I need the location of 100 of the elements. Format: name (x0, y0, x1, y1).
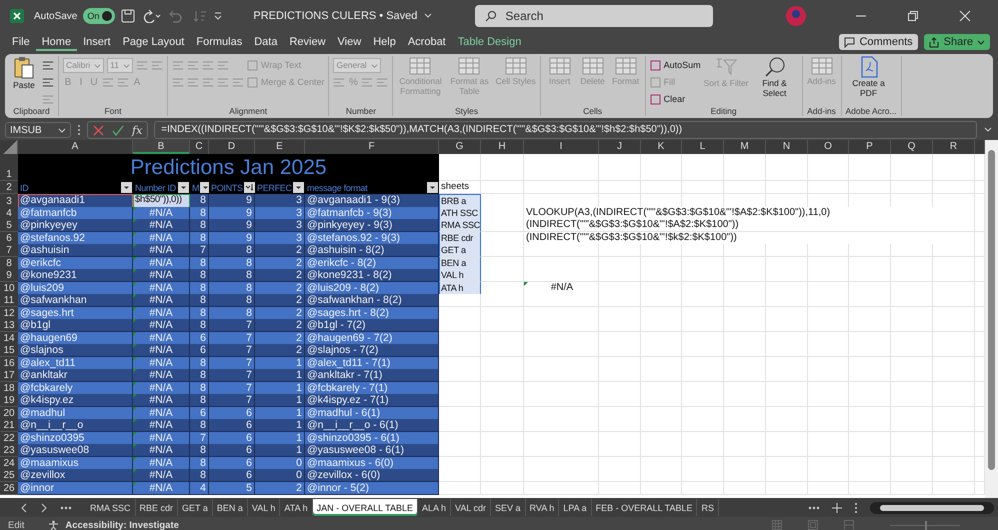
row-header[interactable]: 10 (0, 282, 18, 294)
column-header[interactable]: B (133, 140, 190, 154)
filter-button[interactable] (121, 182, 132, 193)
redo-icon[interactable] (141, 9, 162, 23)
grid-view-icon[interactable] (772, 520, 782, 530)
ribbon-tab[interactable]: Help (367, 33, 402, 51)
row-header[interactable]: 8 (0, 256, 18, 270)
table-cell: 6 (209, 456, 255, 470)
chevron-left-icon[interactable] (20, 502, 28, 512)
sort-icon[interactable] (193, 9, 208, 23)
ribbon-tab[interactable]: Data (248, 33, 284, 51)
page-layout-icon[interactable] (808, 520, 818, 530)
row-header[interactable]: 22 (0, 432, 18, 444)
table-cell: @ankltakr (18, 369, 133, 382)
sheet-tab[interactable]: VAL cdr (451, 499, 492, 516)
ribbon-tab[interactable]: Table Design (452, 33, 528, 51)
row-header[interactable]: 4 (0, 206, 18, 220)
row-header[interactable]: 23 (0, 444, 18, 457)
more-icon[interactable] (808, 506, 820, 510)
row-header[interactable]: 11 (0, 294, 18, 307)
ribbon-button[interactable]: Clear (650, 94, 686, 104)
table-cell: 8 (190, 394, 209, 407)
sheet-tab[interactable]: FEB - OVERALL TABLE (592, 499, 698, 516)
table-cell: 1 (255, 394, 305, 407)
comment-icon (844, 36, 856, 48)
row-header[interactable]: 15 (0, 344, 18, 357)
sheet-tab[interactable]: BEN a (212, 499, 248, 516)
sheet-tab[interactable]: JAN - OVERALL TABLE (312, 499, 418, 516)
lines-icon[interactable] (42, 76, 54, 88)
sort-filter-button[interactable] (244, 182, 255, 193)
ribbon-tab[interactable]: Page Layout (116, 33, 190, 51)
avatar[interactable] (786, 6, 806, 26)
row-header[interactable]: 9 (0, 269, 18, 282)
table-cell: @madhul (18, 406, 133, 420)
sheet-tab[interactable]: RVA h (526, 499, 560, 516)
ribbon-tab[interactable]: Review (283, 33, 332, 51)
sheet-tab[interactable]: VAL h (248, 499, 280, 516)
check-icon[interactable] (112, 124, 124, 136)
row-header[interactable]: 1 (0, 154, 18, 181)
ribbon-button[interactable]: Create a PDF (846, 56, 892, 98)
row-header[interactable]: 7 (0, 244, 18, 257)
row-header[interactable]: 25 (0, 469, 18, 482)
row-header[interactable]: 19 (0, 394, 18, 407)
comments-button[interactable]: Comments (839, 34, 918, 50)
sheet-tab[interactable]: GET a (178, 499, 213, 516)
formula-field[interactable]: =INDEX((INDIRECT("'"&$G$3:$G$10&"'!$K$2:$k$50")),MATCH(A3,(INDIRECT("'"&$G$3:$G$10&"'!$h$2:$h$50")),0)) (154, 121, 977, 139)
row-header[interactable]: 16 (0, 356, 18, 370)
filter-button[interactable] (293, 182, 304, 193)
restore-icon[interactable] (907, 10, 919, 22)
share-button[interactable]: Share (924, 34, 990, 50)
filter-button[interactable] (427, 182, 438, 193)
name-box[interactable]: IMSUB (5, 122, 71, 138)
more-icon[interactable] (60, 506, 72, 510)
row-header[interactable]: 5 (0, 219, 18, 232)
sheet-tab[interactable]: RS (697, 499, 719, 516)
row-header[interactable]: 18 (0, 382, 18, 394)
add-sheet-icon[interactable] (832, 502, 842, 512)
cancel-icon[interactable] (93, 124, 104, 136)
ribbon-button[interactable]: Find & Select (752, 56, 798, 98)
options-icon[interactable] (854, 502, 858, 514)
filter-button[interactable] (178, 182, 189, 193)
sheet-tab[interactable]: ALA h (418, 499, 452, 516)
sheet-tab[interactable]: LPA a (559, 499, 592, 516)
ribbon-tab[interactable]: Formulas (190, 33, 248, 51)
sheet-tab[interactable]: RBE cdr (136, 499, 178, 516)
row-header[interactable]: 26 (0, 482, 18, 494)
close-icon[interactable] (959, 10, 971, 22)
page-break-icon[interactable] (844, 520, 854, 530)
row-header[interactable]: 3 (0, 194, 18, 208)
search-field[interactable]: Search (475, 5, 714, 27)
horizontal-scrollbar[interactable] (870, 502, 994, 514)
row-header[interactable]: 6 (0, 232, 18, 244)
row-header[interactable]: 17 (0, 369, 18, 382)
table-cell: 2 (255, 306, 305, 320)
autosave-toggle[interactable]: On (83, 8, 116, 24)
sheet-tab[interactable]: RMA SSC (86, 499, 136, 516)
row-header[interactable]: 24 (0, 456, 18, 470)
row-header[interactable]: 21 (0, 419, 18, 432)
row-header[interactable]: 13 (0, 319, 18, 332)
accessibility-button[interactable]: Accessibility: Investigate (65, 520, 179, 530)
vertical-scrollbar[interactable] (985, 140, 998, 498)
chevron-right-icon[interactable] (40, 502, 48, 512)
lines-icon[interactable] (42, 60, 54, 70)
ribbon-tab[interactable]: Home (36, 33, 78, 51)
ribbon-tab[interactable]: File (6, 33, 36, 51)
ribbon-button[interactable]: Paste (9, 56, 39, 90)
ribbon-tab[interactable]: Insert (77, 33, 117, 51)
row-header[interactable]: 2 (0, 181, 18, 194)
save-icon[interactable] (121, 9, 136, 23)
function-button[interactable]: fx (132, 124, 142, 136)
row-header[interactable]: 14 (0, 332, 18, 344)
more-icon[interactable] (77, 124, 81, 136)
row-header[interactable]: 20 (0, 406, 18, 420)
table-cell: 1 (255, 356, 305, 370)
group-label: Adobe Acro... (846, 106, 897, 116)
ribbon-tab[interactable]: Acrobat (402, 33, 452, 51)
ribbon-tab[interactable]: View (332, 33, 368, 51)
sheet-tab[interactable]: SEV a (491, 499, 526, 516)
row-header[interactable]: 12 (0, 306, 18, 320)
ribbon-button[interactable]: AutoSum (650, 60, 701, 70)
